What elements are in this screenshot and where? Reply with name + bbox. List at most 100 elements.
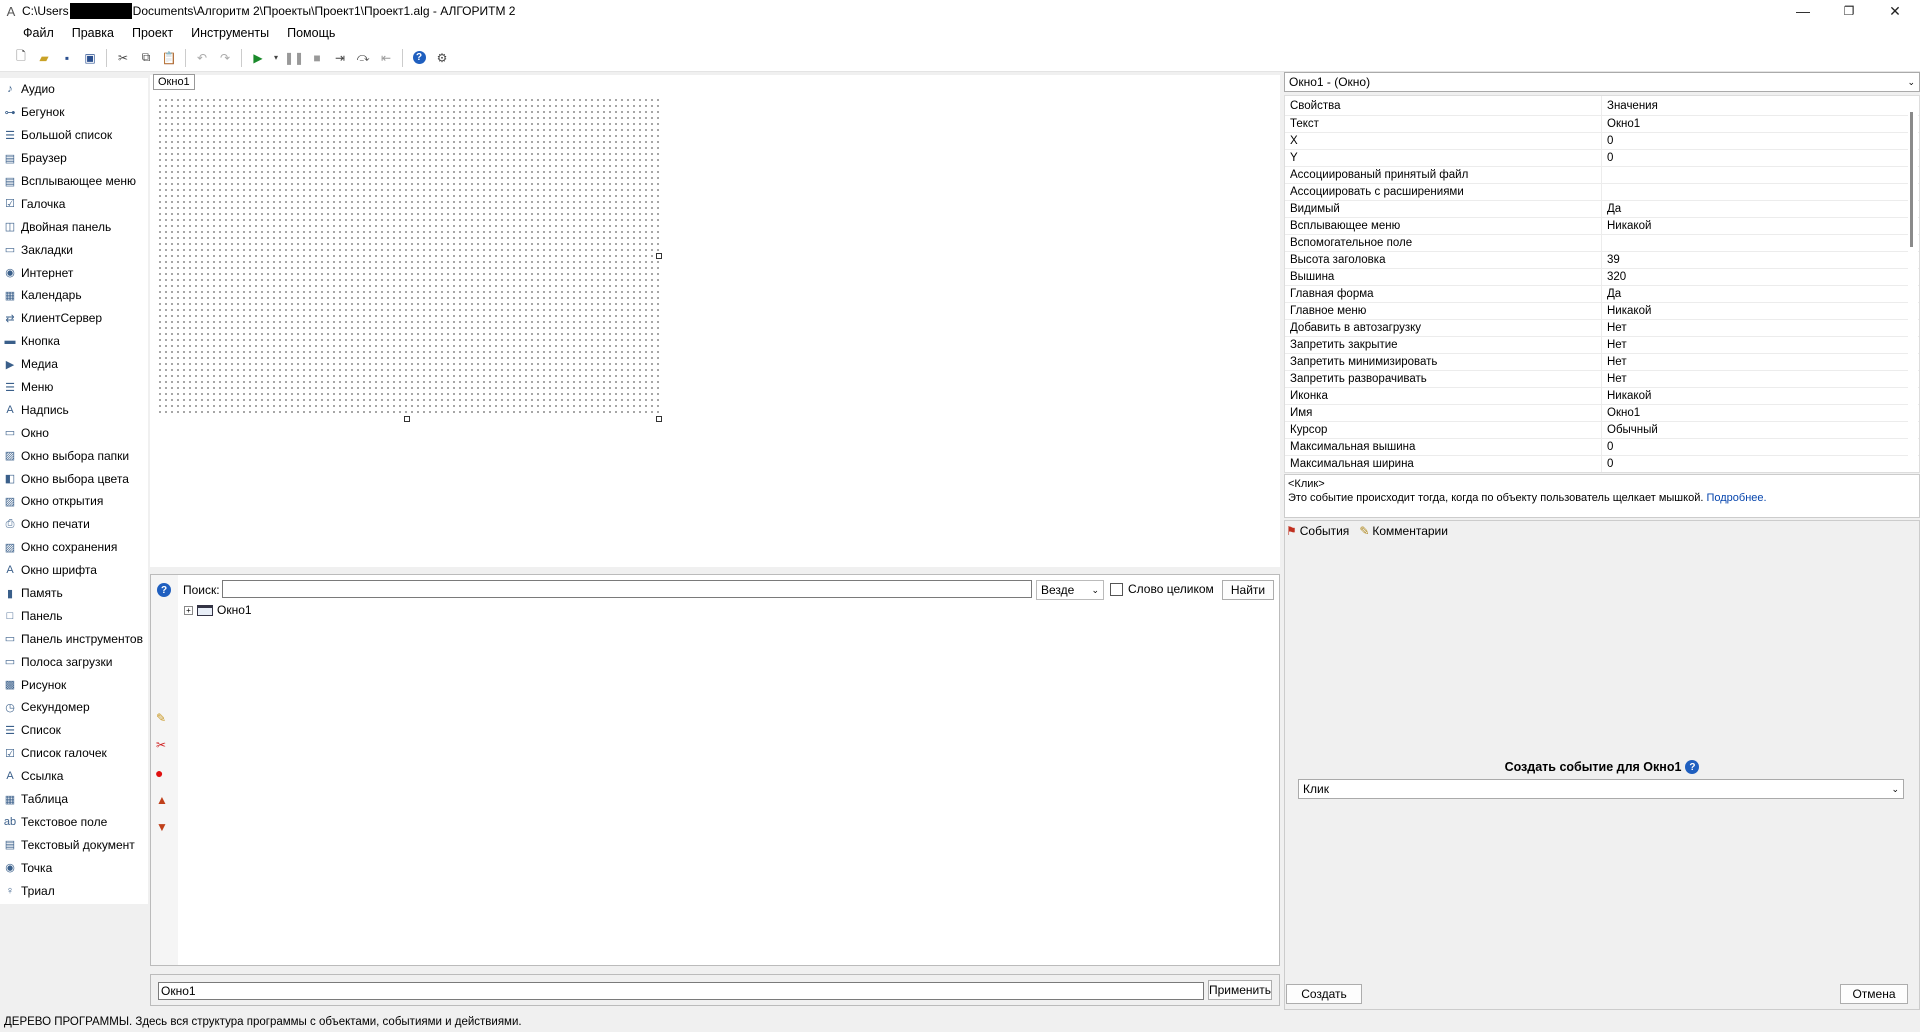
component-open-dialog[interactable]: ▨ Окно открытия xyxy=(0,490,148,513)
component-popup-menu[interactable]: ▤ Всплывающее меню xyxy=(0,170,148,193)
resize-handle-corner[interactable] xyxy=(656,416,662,422)
step-over-icon[interactable]: ⤼ xyxy=(354,49,372,67)
component-toolbar[interactable]: ▭ Панель инструментов xyxy=(0,627,148,650)
property-scrollbar-thumb[interactable] xyxy=(1910,112,1913,247)
property-value[interactable]: Нет xyxy=(1602,320,1919,336)
create-button[interactable]: Создать xyxy=(1286,984,1362,1004)
component-point[interactable]: ◉ Точка xyxy=(0,856,148,879)
property-row[interactable]: Ассоциировать с расширениями xyxy=(1285,184,1919,201)
property-row[interactable]: Максимальная вышина 0 xyxy=(1285,439,1919,456)
property-row[interactable]: Иконка Никакой xyxy=(1285,388,1919,405)
component-window[interactable]: ▭ Окно xyxy=(0,421,148,444)
minimize-button[interactable]: — xyxy=(1780,0,1826,22)
cut-icon[interactable]: ✂ xyxy=(114,49,132,67)
help-icon[interactable]: ? xyxy=(157,583,171,597)
help-icon[interactable]: ? xyxy=(410,49,428,67)
delete-icon[interactable]: ✂ xyxy=(156,738,166,752)
property-value[interactable]: Нет xyxy=(1602,354,1919,370)
search-scope-select[interactable]: Везде ⌄ xyxy=(1036,580,1104,600)
pause-icon[interactable]: ❚❚ xyxy=(284,49,304,67)
menu-file[interactable]: Файл xyxy=(14,26,63,40)
property-value[interactable]: Нет xyxy=(1602,371,1919,387)
run-icon[interactable]: ▶ xyxy=(249,49,267,67)
help-icon[interactable]: ? xyxy=(1685,760,1700,774)
edit-pencil-icon[interactable]: ✎ xyxy=(156,711,166,725)
property-row[interactable]: Вспомогательное поле xyxy=(1285,235,1919,252)
component-stopwatch[interactable]: ◷ Секундомер xyxy=(0,696,148,719)
form-canvas[interactable] xyxy=(157,97,659,415)
component-tabs[interactable]: ▭ Закладки xyxy=(0,238,148,261)
resize-handle-bottom[interactable] xyxy=(404,416,410,422)
property-value[interactable]: 39 xyxy=(1602,252,1919,268)
more-link[interactable]: Подробнее. xyxy=(1706,492,1766,504)
property-row[interactable]: Запретить закрытие Нет xyxy=(1285,337,1919,354)
resize-handle-right[interactable] xyxy=(656,253,662,259)
property-value[interactable]: Никакой xyxy=(1602,388,1919,404)
event-select[interactable]: Клик ⌄ xyxy=(1298,779,1904,799)
property-row[interactable]: Вышина 320 xyxy=(1285,269,1919,286)
redo-icon[interactable]: ↷ xyxy=(216,49,234,67)
component-folder-dialog[interactable]: ▨ Окно выбора папки xyxy=(0,444,148,467)
component-label[interactable]: A Надпись xyxy=(0,398,148,421)
property-value[interactable] xyxy=(1602,167,1919,183)
save-all-icon[interactable]: ▣ xyxy=(81,49,99,67)
paste-icon[interactable]: 📋 xyxy=(160,49,178,67)
component-globe[interactable]: ◉ Интернет xyxy=(0,261,148,284)
property-value[interactable]: 0 xyxy=(1602,439,1919,455)
apply-button[interactable]: Применить xyxy=(1208,980,1272,1000)
property-row[interactable]: Курсор Обычный xyxy=(1285,422,1919,439)
property-row[interactable]: Главное меню Никакой xyxy=(1285,303,1919,320)
component-panel[interactable]: □ Панель xyxy=(0,604,148,627)
component-progress-bar[interactable]: ▭ Полоса загрузки xyxy=(0,650,148,673)
component-table[interactable]: ▦ Таблица xyxy=(0,788,148,811)
property-value[interactable]: Да xyxy=(1602,286,1919,302)
component-memory[interactable]: ▮ Память xyxy=(0,582,148,605)
component-list[interactable]: ☰ Список xyxy=(0,719,148,742)
component-link[interactable]: A Ссылка xyxy=(0,765,148,788)
whole-word-checkbox[interactable]: Слово целиком xyxy=(1110,582,1214,596)
menu-edit[interactable]: Правка xyxy=(63,26,123,40)
property-value[interactable]: 0 xyxy=(1602,456,1919,472)
component-menu[interactable]: ☰ Меню xyxy=(0,376,148,399)
search-input[interactable] xyxy=(222,580,1032,598)
step-out-icon[interactable]: ⇤ xyxy=(377,49,395,67)
component-color-dialog[interactable]: ◧ Окно выбора цвета xyxy=(0,467,148,490)
property-row[interactable]: X0 xyxy=(1285,133,1919,150)
property-value[interactable]: 0 xyxy=(1602,133,1919,149)
property-value[interactable]: Да xyxy=(1602,201,1919,217)
property-value[interactable]: Никакой xyxy=(1602,218,1919,234)
component-media[interactable]: ▶ Медиа xyxy=(0,353,148,376)
cancel-button[interactable]: Отмена xyxy=(1840,984,1908,1004)
component-print-dialog[interactable]: ⎙ Окно печати xyxy=(0,513,148,536)
settings-icon[interactable]: ⚙ xyxy=(433,49,451,67)
component-trial[interactable]: ♀ Триал xyxy=(0,879,148,902)
property-value[interactable] xyxy=(1602,184,1919,200)
component-checklist[interactable]: ☑ Список галочек xyxy=(0,742,148,765)
move-down-icon[interactable]: ▼ xyxy=(156,820,168,834)
open-folder-icon[interactable]: ▰ xyxy=(35,49,53,67)
component-font-dialog[interactable]: A Окно шрифта xyxy=(0,559,148,582)
property-row[interactable]: Запретить минимизировать Нет xyxy=(1285,354,1919,371)
menu-help[interactable]: Помощь xyxy=(278,26,344,40)
component-save-dialog[interactable]: ▨ Окно сохранения xyxy=(0,536,148,559)
property-row[interactable]: Ассоциированый принятый файл xyxy=(1285,167,1919,184)
step-into-icon[interactable]: ⇥ xyxy=(331,49,349,67)
move-up-icon[interactable]: ▲ xyxy=(156,793,168,807)
close-button[interactable]: ✕ xyxy=(1872,0,1918,22)
property-row[interactable]: Максимальная ширина 0 xyxy=(1285,456,1919,472)
checkbox-box[interactable] xyxy=(1110,582,1123,596)
property-row[interactable]: Запретить разворачивать Нет xyxy=(1285,371,1919,388)
property-row[interactable]: Видимый Да xyxy=(1285,201,1919,218)
tree-node-okno1[interactable]: + Окно1 xyxy=(184,603,252,617)
property-value[interactable]: 320 xyxy=(1602,269,1919,285)
property-value[interactable]: Никакой xyxy=(1602,303,1919,319)
component-browser[interactable]: ▤ Браузер xyxy=(0,147,148,170)
tab-events[interactable]: ⚑ События xyxy=(1286,524,1349,538)
undo-icon[interactable]: ↶ xyxy=(193,49,211,67)
save-icon[interactable]: ▪ xyxy=(58,49,76,67)
component-button[interactable]: ▬ Кнопка xyxy=(0,330,148,353)
object-select[interactable]: Окно1 - (Окно) ⌄ xyxy=(1284,72,1920,92)
new-file-icon[interactable]: 🗋 xyxy=(12,49,30,67)
property-value[interactable]: Окно1 xyxy=(1602,116,1919,132)
property-row[interactable]: Добавить в автозагрузку Нет xyxy=(1285,320,1919,337)
